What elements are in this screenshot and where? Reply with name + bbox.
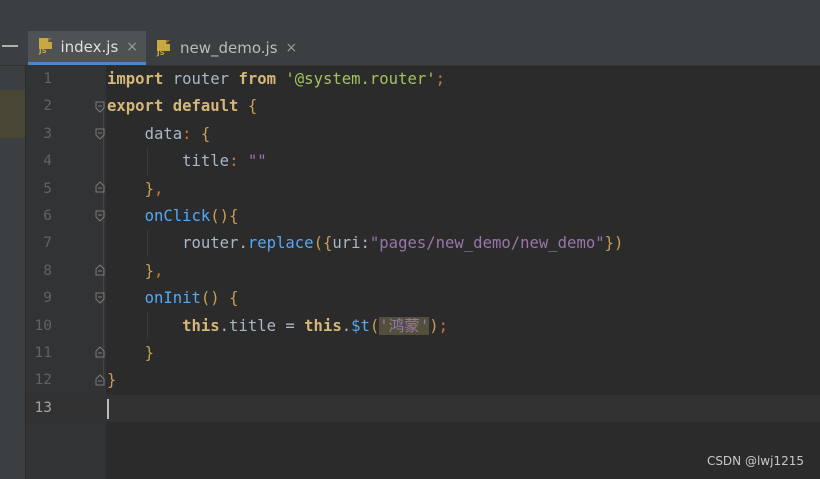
fold-close-icon[interactable] (95, 374, 105, 386)
fold-open-icon[interactable] (95, 128, 105, 140)
code-line: 7 router.replace({uri:"pages/new_demo/ne… (26, 230, 820, 257)
line-number: 7 (43, 235, 52, 252)
indent-guide (147, 230, 148, 257)
line-number: 6 (43, 208, 52, 224)
code-line: 3 data: { (26, 121, 820, 148)
code-line-current: 13 (26, 394, 820, 423)
code-line: 2 export default { (26, 93, 820, 120)
line-number: 4 (43, 153, 52, 170)
i18n-string-highlight: '鸿蒙' (379, 316, 430, 335)
close-tab-icon[interactable]: × (126, 39, 138, 55)
selected-strip-highlight (0, 90, 26, 138)
close-tab-icon[interactable]: × (286, 40, 298, 56)
project-tool-strip (0, 66, 26, 479)
tab-label: index.js (60, 37, 119, 56)
tab-new-demo-js[interactable]: JS new_demo.js × (146, 31, 306, 65)
text-caret (107, 399, 109, 419)
tab-index-js[interactable]: JS index.js × (28, 31, 146, 65)
code-line: 8 }, (26, 258, 820, 285)
fold-open-icon[interactable] (95, 101, 105, 113)
fold-close-icon[interactable] (95, 181, 105, 193)
window-top-bar (0, 0, 820, 31)
line-number: 13 (34, 399, 52, 416)
code-line: 9 onInit() { (26, 285, 820, 312)
line-number: 5 (43, 180, 52, 197)
line-number: 1 (43, 71, 52, 87)
code-line: 4 title: "" (26, 148, 820, 175)
line-number: 3 (43, 125, 52, 142)
line-number: 11 (34, 345, 52, 361)
tab-label: new_demo.js (180, 39, 278, 57)
code-line: 12 } (26, 367, 820, 394)
code-line: 11 } (26, 340, 820, 367)
fold-open-icon[interactable] (95, 292, 105, 304)
fold-close-icon[interactable] (95, 346, 105, 358)
js-file-icon: JS (38, 38, 53, 55)
indent-guide (103, 107, 104, 382)
indent-guide (147, 312, 148, 339)
line-number: 8 (43, 262, 52, 279)
indent-guide (147, 148, 148, 175)
js-file-icon: JS (156, 39, 173, 57)
code-line: 1 import router from '@system.router'; (26, 66, 820, 93)
code-line: 10 this.title = this.$t('鸿蒙'); (26, 313, 820, 340)
line-number: 9 (43, 290, 52, 307)
fold-open-icon[interactable] (95, 210, 105, 222)
collapse-panel-icon[interactable] (2, 45, 18, 47)
line-number: 2 (43, 98, 52, 115)
line-number: 12 (34, 372, 52, 389)
fold-close-icon[interactable] (95, 264, 105, 276)
code-line: 5 }, (26, 176, 820, 203)
watermark: CSDN @lwj1215 (706, 454, 804, 468)
code-line: 6 onClick(){ (26, 203, 820, 230)
line-number: 10 (34, 317, 52, 334)
